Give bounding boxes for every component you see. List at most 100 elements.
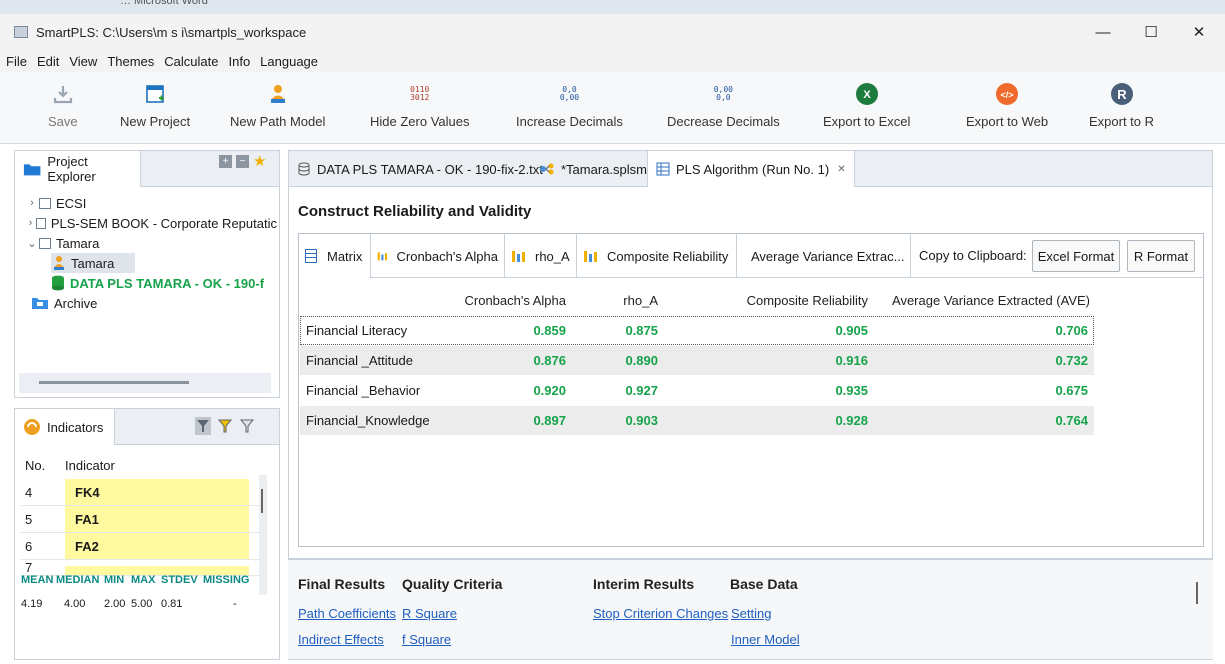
stat-min-value: 2.00 — [104, 598, 126, 610]
stat-missing: MISSING — [203, 574, 250, 586]
tree-item-tamara-project[interactable]: ⌄ Tamara — [25, 233, 277, 253]
hide-zero-values-button[interactable]: 0110 3012 Hide Zero Values — [370, 80, 469, 130]
tab-indicators[interactable]: Indicators — [15, 409, 115, 445]
decrease-decimals-button[interactable]: 0,00 0,0 Decrease Decimals — [667, 80, 780, 130]
ave-value: 0.706 — [1055, 323, 1088, 338]
stat-max: MAX — [131, 574, 156, 586]
expand-all-icon[interactable]: + — [219, 155, 232, 168]
increase-decimals-button[interactable]: 0,0 0,00 Increase Decimals — [516, 80, 623, 130]
export-web-button[interactable]: </> Export to Web — [966, 80, 1048, 129]
link-path-coefficients[interactable]: Path Coefficients — [298, 606, 396, 621]
tree-item-pls-sem-book[interactable]: › PLS-SEM BOOK - Corporate Reputatic — [25, 213, 277, 233]
table-row[interactable]: Financial _Behavior 0.920 0.927 0.935 0.… — [300, 376, 1094, 405]
menu-view[interactable]: View — [69, 54, 97, 69]
table-row[interactable]: Financial Literacy 0.859 0.875 0.905 0.7… — [300, 316, 1094, 345]
tab-pls-algorithm-label: PLS Algorithm (Run No. 1) — [676, 161, 830, 177]
link-inner-model[interactable]: Inner Model — [731, 632, 800, 647]
rho-value: 0.927 — [625, 383, 658, 398]
tab-project-explorer[interactable]: Project Explorer — [15, 151, 141, 187]
tree-item-archive[interactable]: Archive — [31, 293, 277, 313]
table-row[interactable]: 4 FK4 — [21, 479, 265, 506]
indicator-filters — [195, 417, 255, 435]
decrease-decimals-icon: 0,00 0,0 — [713, 85, 733, 102]
menu-bar: File Edit View Themes Calculate Info Lan… — [0, 50, 1225, 72]
cr-value: 0.905 — [835, 323, 868, 338]
nav-scrollbar-thumb[interactable] — [1196, 582, 1198, 604]
export-excel-label: Export to Excel — [823, 114, 911, 129]
toolbar: Save New Project New Path Model 0110 301… — [0, 72, 1225, 144]
close-button[interactable]: ✕ — [1176, 14, 1222, 50]
table-row[interactable]: 6 FA2 — [21, 533, 265, 560]
collapse-chevron-icon[interactable]: ⌄ — [25, 237, 39, 250]
save-button[interactable]: Save — [48, 80, 78, 129]
tab-data-file[interactable]: DATA PLS TAMARA - OK - 190-fix-2.txt — [289, 153, 551, 185]
link-r-square[interactable]: R Square — [402, 606, 457, 621]
tab-model[interactable]: *Tamara.splsm — [531, 153, 655, 185]
project-icon — [39, 197, 51, 209]
explorer-scrollbar[interactable] — [19, 373, 271, 393]
export-excel-button[interactable]: X Export to Excel — [823, 80, 910, 129]
increase-decimals-label: Increase Decimals — [516, 114, 623, 129]
subtab-cronbach[interactable]: Cronbach's Alpha — [371, 234, 505, 278]
cr-value: 0.916 — [835, 353, 868, 368]
link-f-square[interactable]: f Square — [402, 632, 451, 647]
new-project-button[interactable]: New Project — [120, 80, 190, 129]
link-indirect-effects[interactable]: Indirect Effects — [298, 632, 384, 647]
col-header-cr: Composite Reliability — [746, 293, 868, 308]
maximize-button[interactable]: ☐ — [1128, 14, 1174, 50]
stat-max-value: 5.00 — [131, 598, 153, 610]
subtab-ave[interactable]: Average Variance Extrac... — [737, 234, 911, 278]
expand-chevron-icon[interactable]: › — [25, 197, 39, 209]
scrollbar-thumb[interactable] — [261, 489, 263, 513]
tree-item-ecsi[interactable]: › ECSI — [25, 193, 277, 213]
menu-themes[interactable]: Themes — [107, 54, 154, 69]
close-tab-icon[interactable]: ✕ — [837, 164, 845, 175]
star-icon[interactable]: ★ — [253, 154, 266, 169]
window-title: SmartPLS: C:\Users\m s i\smartpls_worksp… — [36, 24, 307, 40]
link-setting[interactable]: Setting — [731, 606, 771, 621]
ave-value: 0.764 — [1055, 413, 1088, 428]
menu-file[interactable]: File — [6, 54, 27, 69]
table-row[interactable]: 5 FA1 — [21, 506, 265, 533]
tree-item-tamara-model[interactable]: Tamara — [51, 253, 135, 273]
subtab-composite-reliability-label: Composite Reliability — [607, 248, 729, 264]
explorer-tools: + − ★ — [219, 154, 266, 169]
filter-icon[interactable] — [195, 417, 211, 435]
new-path-model-button[interactable]: New Path Model — [230, 80, 325, 129]
stat-min: MIN — [104, 574, 125, 586]
scrollbar-thumb[interactable] — [39, 381, 189, 384]
collapse-all-icon[interactable]: − — [236, 155, 249, 168]
quality-criteria-heading: Quality Criteria — [402, 576, 503, 592]
col-header-ave: Average Variance Extracted (AVE) — [892, 293, 1090, 308]
excel-format-button[interactable]: Excel Format — [1032, 240, 1120, 272]
report-heading: Construct Reliability and Validity — [298, 203, 532, 220]
menu-calculate[interactable]: Calculate — [164, 54, 218, 69]
tab-data-file-label: DATA PLS TAMARA - OK - 190-fix-2.txt — [317, 161, 543, 177]
r-format-button[interactable]: R Format — [1127, 240, 1195, 272]
tree-item-data-file[interactable]: DATA PLS TAMARA - OK - 190-f — [51, 273, 277, 293]
export-r-button[interactable]: R Export to R — [1089, 80, 1154, 129]
expand-chevron-icon[interactable]: › — [25, 217, 36, 229]
subtab-matrix[interactable]: Matrix — [299, 234, 371, 278]
filter-yellow-icon[interactable] — [217, 417, 233, 435]
subtab-composite-reliability[interactable]: Composite Reliability — [577, 234, 737, 278]
tab-pls-algorithm[interactable]: PLS Algorithm (Run No. 1) ✕ — [647, 151, 855, 187]
link-stop-criterion[interactable]: Stop Criterion Changes — [593, 606, 728, 621]
menu-edit[interactable]: Edit — [37, 54, 59, 69]
construct-name: Financial _Behavior — [306, 383, 421, 398]
indicator-table-header: No. Indicator — [21, 455, 265, 475]
decrease-decimals-label: Decrease Decimals — [667, 114, 780, 129]
rho-value: 0.875 — [625, 323, 658, 338]
filter-clear-icon[interactable] — [239, 417, 255, 435]
table-row[interactable]: Financial _Attitude 0.876 0.890 0.916 0.… — [300, 346, 1094, 375]
menu-info[interactable]: Info — [228, 54, 250, 69]
indicator-table: 4 FK4 5 FA1 6 FA2 7 FA3 — [21, 479, 265, 576]
minimize-button[interactable]: — — [1080, 14, 1126, 50]
table-row[interactable]: Financial_Knowledge 0.897 0.903 0.928 0.… — [300, 406, 1094, 435]
stat-mean: MEAN — [21, 574, 54, 586]
col-header-rho: rho_A — [623, 293, 658, 308]
project-icon — [39, 237, 51, 249]
subtab-rho-a[interactable]: rho_A — [505, 234, 577, 278]
rho-value: 0.903 — [625, 413, 658, 428]
menu-language[interactable]: Language — [260, 54, 318, 69]
